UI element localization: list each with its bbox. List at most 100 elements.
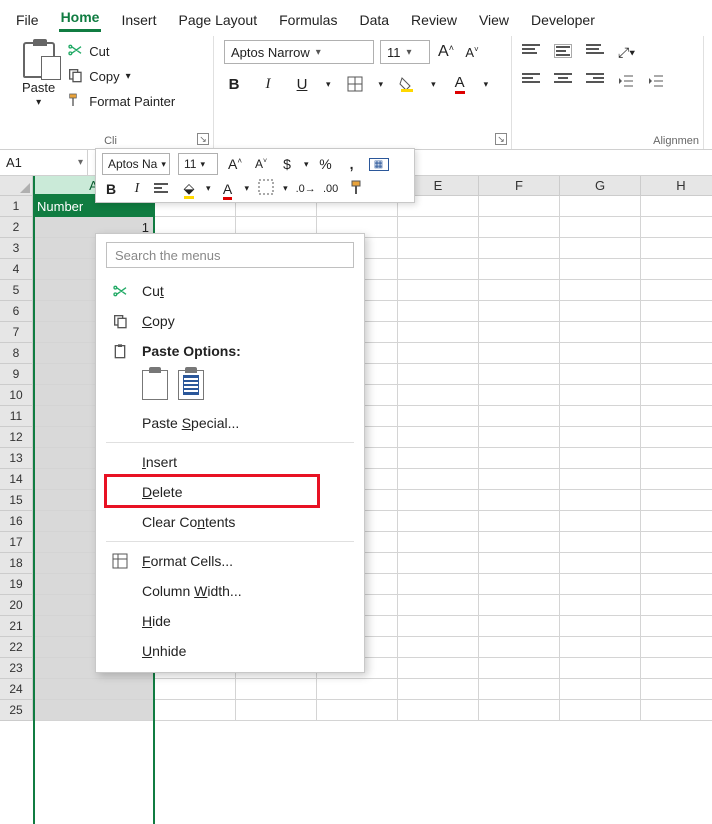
row-header[interactable]: 12 xyxy=(0,427,33,448)
cell[interactable] xyxy=(398,448,479,469)
italic-button[interactable]: I xyxy=(128,181,146,197)
cell[interactable] xyxy=(398,658,479,679)
cell[interactable] xyxy=(479,553,560,574)
cell[interactable] xyxy=(398,343,479,364)
cell[interactable] xyxy=(479,238,560,259)
cut-button[interactable]: Cut xyxy=(67,42,175,61)
cell[interactable] xyxy=(560,406,641,427)
cell[interactable] xyxy=(560,469,641,490)
cell[interactable] xyxy=(317,679,398,700)
conditional-format-icon[interactable]: ▦ xyxy=(369,158,389,171)
ctx-clear-contents[interactable]: Clear Contents xyxy=(96,507,364,537)
cell[interactable] xyxy=(398,532,479,553)
cell[interactable] xyxy=(560,679,641,700)
tab-home[interactable]: Home xyxy=(59,5,102,32)
cell[interactable] xyxy=(155,679,236,700)
row-header[interactable]: 11 xyxy=(0,406,33,427)
cell[interactable] xyxy=(398,595,479,616)
cell[interactable] xyxy=(641,700,712,721)
cell[interactable] xyxy=(641,574,712,595)
align-center-icon[interactable] xyxy=(554,73,572,87)
cell[interactable] xyxy=(398,616,479,637)
cell[interactable] xyxy=(560,238,641,259)
paste-button[interactable]: Paste ▾ xyxy=(18,40,59,111)
tab-formulas[interactable]: Formulas xyxy=(277,8,339,32)
tab-insert[interactable]: Insert xyxy=(119,8,158,32)
align-top-icon[interactable] xyxy=(522,44,540,58)
cell[interactable] xyxy=(641,679,712,700)
cell[interactable] xyxy=(479,658,560,679)
tab-file[interactable]: File xyxy=(14,8,41,32)
row-header[interactable]: 5 xyxy=(0,280,33,301)
cell[interactable] xyxy=(398,553,479,574)
cell[interactable] xyxy=(641,364,712,385)
cell[interactable] xyxy=(479,427,560,448)
row-header[interactable]: 3 xyxy=(0,238,33,259)
decrease-decimal-icon[interactable]: .00 xyxy=(322,183,340,195)
row-header[interactable]: 16 xyxy=(0,511,33,532)
align-icon[interactable] xyxy=(154,183,172,195)
cell[interactable] xyxy=(398,679,479,700)
chevron-down-icon[interactable]: ▾ xyxy=(245,183,250,194)
cell[interactable] xyxy=(479,700,560,721)
cell[interactable] xyxy=(641,406,712,427)
paste-default-button[interactable] xyxy=(142,370,168,400)
row-header[interactable]: 7 xyxy=(0,322,33,343)
row-header[interactable]: 22 xyxy=(0,637,33,658)
cell[interactable] xyxy=(33,700,155,721)
cell[interactable] xyxy=(641,238,712,259)
cell[interactable] xyxy=(641,322,712,343)
cell[interactable] xyxy=(641,196,712,217)
cell[interactable] xyxy=(479,469,560,490)
dialog-launcher-icon[interactable]: ↘ xyxy=(197,133,209,145)
font-name-combo[interactable]: Aptos Narrow ▾ xyxy=(224,40,374,64)
cell[interactable] xyxy=(560,532,641,553)
cell[interactable] xyxy=(479,574,560,595)
underline-button[interactable]: U xyxy=(292,76,312,93)
paste-keep-formatting-button[interactable] xyxy=(178,370,204,400)
chevron-down-icon[interactable]: ▾ xyxy=(484,79,489,90)
cell[interactable] xyxy=(641,595,712,616)
row-header[interactable]: 20 xyxy=(0,595,33,616)
cell[interactable] xyxy=(33,679,155,700)
cell[interactable] xyxy=(560,301,641,322)
cell[interactable] xyxy=(398,637,479,658)
comma-format-icon[interactable]: , xyxy=(343,156,361,172)
bold-button[interactable]: B xyxy=(224,76,244,93)
cell[interactable] xyxy=(560,343,641,364)
cell[interactable] xyxy=(479,490,560,511)
cell[interactable] xyxy=(479,511,560,532)
cell[interactable] xyxy=(560,511,641,532)
cell[interactable] xyxy=(236,700,317,721)
menu-search-input[interactable]: Search the menus xyxy=(106,242,354,268)
shrink-font-icon[interactable]: A˅ xyxy=(252,157,270,171)
chevron-down-icon[interactable]: ▾ xyxy=(431,79,436,90)
select-all-triangle[interactable] xyxy=(0,176,33,196)
accounting-format-icon[interactable]: $ xyxy=(278,156,296,172)
cell[interactable] xyxy=(560,280,641,301)
ctx-copy[interactable]: Copy xyxy=(96,306,364,336)
cell[interactable] xyxy=(560,259,641,280)
cell[interactable] xyxy=(641,511,712,532)
cell[interactable] xyxy=(560,217,641,238)
cell[interactable] xyxy=(317,700,398,721)
cell[interactable] xyxy=(155,700,236,721)
ctx-insert[interactable]: Insert xyxy=(96,447,364,477)
chevron-down-icon[interactable]: ▾ xyxy=(326,79,331,90)
cell[interactable] xyxy=(560,616,641,637)
fill-color-button[interactable] xyxy=(397,76,417,92)
row-header[interactable]: 6 xyxy=(0,301,33,322)
font-size-combo[interactable]: 11 ▾ xyxy=(380,40,430,64)
cell[interactable] xyxy=(479,532,560,553)
cell[interactable] xyxy=(641,532,712,553)
chevron-down-icon[interactable]: ▾ xyxy=(206,183,211,194)
row-header[interactable]: 2 xyxy=(0,217,33,238)
ctx-paste-special[interactable]: Paste Special... xyxy=(96,408,364,438)
cell[interactable] xyxy=(641,637,712,658)
align-left-icon[interactable] xyxy=(522,73,540,87)
chevron-down-icon[interactable]: ▾ xyxy=(126,71,131,82)
row-header[interactable]: 25 xyxy=(0,700,33,721)
ctx-unhide[interactable]: Unhide xyxy=(96,636,364,666)
cell[interactable] xyxy=(641,616,712,637)
cell[interactable] xyxy=(479,616,560,637)
